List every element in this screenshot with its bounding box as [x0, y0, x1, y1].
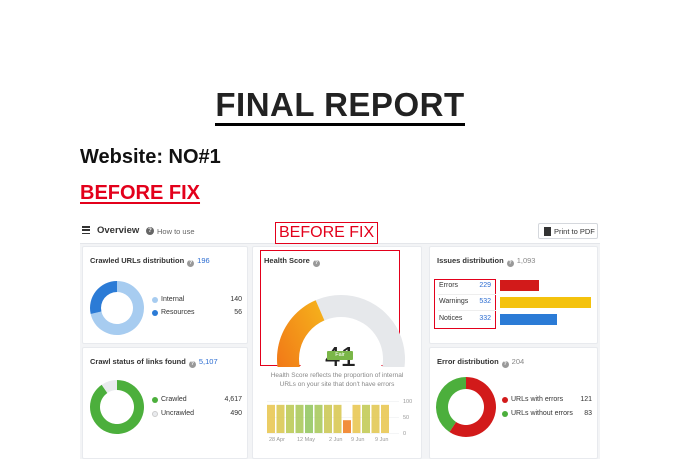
history-y-tick: 50 — [403, 415, 409, 421]
legend-row-urls-with-errors[interactable]: URLs with errors 121 — [502, 396, 592, 405]
overview-title: Overview — [97, 225, 140, 236]
history-bar[interactable] — [267, 404, 275, 433]
legend-value: 83 — [584, 410, 592, 417]
health-score-card: Health Score? 41 Fair Health Score refle… — [252, 246, 422, 459]
divider — [438, 310, 496, 311]
history-bar[interactable] — [276, 404, 285, 433]
history-bar[interactable] — [295, 404, 304, 433]
before-fix-label: BEFORE FIX — [275, 222, 379, 244]
history-bar[interactable] — [371, 404, 380, 433]
legend-row-crawled[interactable]: Crawled 4,617 — [152, 396, 242, 405]
issue-label: Errors — [439, 282, 459, 289]
history-gridline — [267, 401, 399, 402]
history-x-tick: 9 Jun — [375, 437, 388, 443]
history-x-tick: 28 Apr — [269, 437, 285, 443]
history-bar[interactable] — [343, 420, 351, 433]
report-title: FINAL REPORT — [0, 86, 680, 126]
legend-value: 140 — [230, 296, 242, 303]
history-y-tick: 0 — [403, 431, 406, 437]
print-button-label: Print to PDF — [554, 227, 595, 236]
help-icon[interactable]: ? — [506, 260, 514, 267]
legend-dot — [152, 397, 158, 403]
issue-value[interactable]: 229 — [479, 282, 491, 289]
issue-label: Notices — [439, 315, 463, 322]
legend-value: 56 — [234, 309, 242, 316]
history-x-tick: 12 May — [297, 437, 315, 443]
legend-dot — [152, 297, 158, 303]
history-bar[interactable] — [352, 404, 361, 433]
legend-row-urls-without-errors[interactable]: URLs without errors 83 — [502, 410, 592, 419]
menu-icon[interactable] — [82, 226, 90, 235]
history-x-tick: 2 Jun — [329, 437, 342, 443]
history-bar[interactable] — [314, 404, 323, 433]
crawled-urls-card: Crawled URLs distribution? 196 Internal 1… — [82, 246, 248, 344]
legend-row-uncrawled[interactable]: Uncrawled 490 — [152, 410, 242, 419]
report-title-text: FINAL REPORT — [215, 86, 465, 126]
issues-count[interactable]: 1,093 — [517, 256, 536, 265]
legend-dot — [502, 397, 508, 403]
crawl-status-card: Crawl status of links found? 5,107 Crawle… — [82, 347, 248, 459]
pdf-icon — [544, 227, 551, 236]
history-bar[interactable] — [333, 404, 342, 433]
legend-label: Resources — [161, 309, 195, 316]
issues-title-text: Issues distribution — [437, 256, 504, 265]
help-icon[interactable]: ? — [146, 227, 154, 235]
crawl-status-segment-0[interactable] — [90, 380, 144, 434]
error-distribution-card: Error distribution? 204 URLs with errors … — [429, 347, 598, 459]
before-fix-heading: BEFORE FIX — [80, 182, 201, 204]
history-gridline — [267, 433, 399, 434]
legend-row-resources[interactable]: Resources 56 — [152, 309, 242, 318]
legend-value: 4,617 — [224, 396, 242, 403]
issue-row-warnings[interactable]: Warnings 532 — [439, 298, 491, 305]
history-x-tick: 9 Jun — [351, 437, 364, 443]
legend-dot — [502, 411, 508, 417]
issue-bar-errors[interactable] — [500, 280, 540, 291]
issues-title: Issues distribution? 1,093 — [437, 256, 536, 267]
legend-dot — [152, 411, 158, 417]
print-to-pdf-button[interactable]: Print to PDF — [538, 223, 598, 239]
issue-value[interactable]: 532 — [479, 298, 491, 305]
divider — [438, 294, 496, 295]
legend-value: 121 — [580, 396, 592, 403]
history-bar[interactable] — [381, 404, 389, 433]
history-bar[interactable] — [305, 404, 313, 433]
issue-label: Warnings — [439, 298, 469, 305]
issue-row-errors[interactable]: Errors 229 — [439, 282, 491, 289]
health-score-description: Health Score reflects the proportion of … — [270, 372, 404, 388]
legend-label: Crawled — [161, 396, 187, 403]
legend-dot — [152, 310, 158, 316]
history-bar[interactable] — [286, 404, 294, 433]
dashboard-topbar: Overview ? How to use BEFORE FIX Print t… — [80, 218, 600, 244]
issue-value[interactable]: 332 — [479, 315, 491, 322]
dashboard-screenshot: Overview ? How to use BEFORE FIX Print t… — [80, 218, 600, 459]
legend-label: URLs without errors — [511, 410, 573, 417]
issue-bar-warnings[interactable] — [500, 297, 591, 308]
issue-row-notices[interactable]: Notices 332 — [439, 315, 491, 322]
history-y-tick: 100 — [403, 399, 412, 405]
history-bar[interactable] — [362, 404, 370, 433]
crawled-urls-segment-1[interactable] — [90, 281, 117, 315]
how-to-use-link[interactable]: How to use — [157, 227, 195, 236]
issues-card: Issues distribution? 1,093 Errors 229 War… — [429, 246, 598, 344]
website-line: Website: NO#1 — [80, 146, 221, 168]
error-distribution-segment-1[interactable] — [436, 377, 466, 433]
legend-label: URLs with errors — [511, 396, 564, 403]
health-status-badge: Fair — [327, 351, 353, 360]
history-bar[interactable] — [324, 404, 332, 433]
legend-value: 490 — [230, 410, 242, 417]
legend-row-internal[interactable]: Internal 140 — [152, 296, 242, 305]
legend-label: Uncrawled — [161, 410, 195, 417]
issue-bar-notices[interactable] — [500, 314, 557, 325]
legend-label: Internal — [161, 296, 185, 303]
health-history-chart: 100 50 0 28 Apr 12 May 2 Jun 9 Jun 9 Jun — [267, 399, 412, 443]
